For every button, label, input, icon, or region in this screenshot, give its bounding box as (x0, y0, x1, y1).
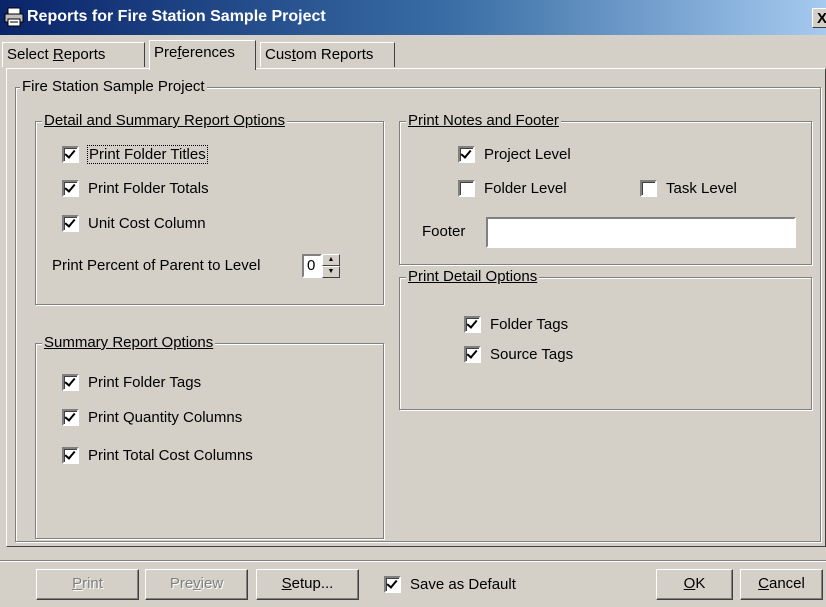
close-icon: X (816, 10, 826, 27)
save-as-default-label: Save as Default (410, 576, 516, 593)
tab-label: erences (181, 44, 235, 61)
notes-footer-title: Print Notes and Footer (406, 112, 561, 130)
tab-label: Pre (154, 44, 178, 61)
title-bar[interactable]: Reports for Fire Station Sample Project … (0, 0, 826, 35)
cancel-button[interactable]: Cancel (740, 569, 823, 600)
checkbox-checked-icon (62, 446, 79, 464)
summary-options-title-text: Summary Report Options (44, 334, 214, 351)
folder-level-checkbox[interactable]: Folder Level (458, 179, 567, 199)
print-quantity-columns-checkbox[interactable]: Print Quantity Columns (62, 408, 242, 428)
tab-label: eports (63, 46, 106, 63)
detail-options-group: Print Detail Options Folder Tags Source … (399, 268, 812, 410)
button-label-mnemonic: P (72, 575, 83, 592)
arrow-up-icon: ▲ (327, 256, 335, 263)
print-button[interactable]: Print (36, 569, 139, 600)
print-folder-totals-label: Print Folder Totals (88, 180, 209, 197)
detail-summary-options-title: Detail and Summary Report Options (42, 112, 287, 130)
button-label: iew (200, 575, 224, 592)
tab-preferences[interactable]: Preferences (149, 40, 256, 70)
button-label-mnemonic: O (683, 575, 696, 592)
detail-summary-options-group: Detail and Summary Report Options Print … (35, 112, 384, 305)
button-label-mnemonic: v (193, 575, 201, 592)
checkbox-unchecked-icon (640, 179, 657, 197)
tab-custom-reports[interactable]: Custom Reports (260, 42, 395, 67)
print-percent-label: Print Percent of Parent to Level (52, 257, 261, 274)
percent-level-spinner: ▲ ▼ (322, 254, 340, 278)
print-folder-totals-checkbox[interactable]: Print Folder Totals (62, 179, 209, 199)
tab-label-mnemonic: R (52, 46, 64, 63)
spin-up-button[interactable]: ▲ (322, 254, 340, 266)
checkbox-checked-icon (62, 179, 79, 197)
print-total-cost-columns-checkbox[interactable]: Print Total Cost Columns (62, 446, 253, 466)
checkbox-checked-icon (62, 408, 79, 426)
preferences-panel: Fire Station Sample Project Detail and S… (6, 68, 826, 547)
tab-label: Cus (265, 46, 292, 63)
bottom-separator (0, 560, 826, 562)
setup-button[interactable]: Setup... (256, 569, 359, 600)
footer-label: Footer (422, 223, 466, 240)
button-label: K (695, 575, 706, 592)
unit-cost-column-checkbox[interactable]: Unit Cost Column (62, 214, 206, 234)
print-total-cost-columns-label: Print Total Cost Columns (88, 447, 253, 464)
checkbox-checked-icon (458, 145, 475, 163)
checkbox-checked-icon (464, 345, 481, 363)
footer-input[interactable] (486, 217, 796, 248)
print-quantity-columns-label: Print Quantity Columns (88, 409, 243, 426)
button-label: etup... (291, 575, 334, 592)
notes-footer-group: Print Notes and Footer Project Level Fol… (399, 112, 812, 265)
project-level-checkbox[interactable]: Project Level (458, 145, 571, 165)
button-label-mnemonic: S (281, 575, 292, 592)
print-folder-titles-checkbox[interactable]: Print Folder Titles (62, 145, 208, 165)
percent-level-input[interactable]: 0 (302, 254, 322, 278)
detail-options-title-text: Print Detail Options (408, 268, 538, 285)
tab-label: om Reports (295, 46, 374, 63)
folder-tags-label: Folder Tags (490, 316, 569, 333)
detail-summary-options-title-text: Detail and Summary Report Options (44, 112, 285, 129)
notes-footer-title-text: Print Notes and Footer (408, 112, 559, 129)
window-title: Reports for Fire Station Sample Project (27, 8, 326, 25)
print-folder-titles-label: Print Folder Titles (87, 145, 208, 164)
checkbox-checked-icon (62, 145, 79, 163)
checkbox-checked-icon (62, 373, 79, 391)
source-tags-checkbox[interactable]: Source Tags (464, 345, 573, 365)
folder-level-label: Folder Level (484, 180, 567, 197)
project-level-label: Project Level (484, 146, 571, 163)
button-label: ancel (768, 575, 805, 592)
spin-down-button[interactable]: ▼ (322, 266, 340, 278)
checkbox-checked-icon (464, 315, 481, 333)
button-label: Pre (169, 575, 194, 592)
print-folder-tags-label: Print Folder Tags (88, 374, 202, 391)
summary-options-group: Summary Report Options Print Folder Tags… (35, 334, 384, 539)
folder-tags-checkbox[interactable]: Folder Tags (464, 315, 568, 335)
tab-label: Select (7, 46, 53, 63)
task-level-label: Task Level (666, 180, 737, 197)
source-tags-label: Source Tags (490, 346, 574, 363)
button-label-mnemonic: C (758, 575, 769, 592)
ok-button[interactable]: OK (656, 569, 733, 600)
close-button[interactable]: X (812, 8, 826, 28)
checkbox-checked-icon (384, 575, 401, 593)
project-group-title: Fire Station Sample Project (20, 78, 207, 96)
task-level-checkbox[interactable]: Task Level (640, 179, 737, 199)
preview-button[interactable]: Preview (145, 569, 248, 600)
unit-cost-column-label: Unit Cost Column (88, 215, 206, 232)
button-label: rint (82, 575, 103, 592)
detail-options-title: Print Detail Options (406, 268, 540, 286)
tab-select-reports[interactable]: Select Reports (2, 42, 145, 67)
checkbox-checked-icon (62, 214, 79, 232)
printer-icon (4, 7, 24, 27)
checkbox-unchecked-icon (458, 179, 475, 197)
arrow-down-icon: ▼ (327, 268, 335, 275)
summary-options-title: Summary Report Options (42, 334, 216, 352)
print-folder-tags-checkbox[interactable]: Print Folder Tags (62, 373, 201, 393)
save-as-default-checkbox[interactable]: Save as Default (384, 575, 516, 595)
